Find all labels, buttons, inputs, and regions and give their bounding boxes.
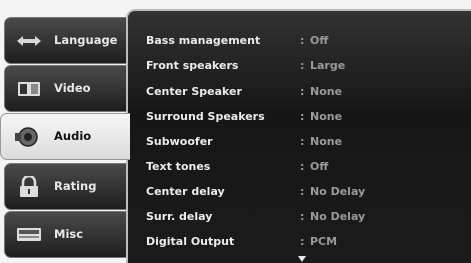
- video-icon: [15, 79, 43, 99]
- setting-label: Bass management: [146, 34, 261, 47]
- setting-row-surround-speakers[interactable]: Surround Speakers : None: [146, 106, 466, 128]
- setting-separator: :: [300, 185, 305, 198]
- scroll-down-arrow-icon[interactable]: [298, 256, 306, 262]
- setting-label: Center delay: [146, 185, 225, 198]
- setting-row-surr-delay[interactable]: Surr. delay : No Delay: [146, 206, 466, 228]
- setting-row-center-speaker[interactable]: Center Speaker : None: [146, 81, 466, 103]
- setting-separator: :: [300, 59, 305, 72]
- setting-row-center-delay[interactable]: Center delay : No Delay: [146, 181, 466, 203]
- setting-label: Subwoofer: [146, 135, 213, 148]
- setting-value: Large: [310, 59, 346, 72]
- speaker-icon: [13, 127, 41, 147]
- setting-label: Surround Speakers: [146, 110, 265, 123]
- setting-value: None: [310, 85, 343, 98]
- audio-settings-panel: Bass management : Off Front speakers : L…: [126, 9, 471, 263]
- setting-label: Surr. delay: [146, 210, 213, 223]
- setting-label: Text tones: [146, 160, 211, 173]
- tab-label: Rating: [54, 179, 97, 193]
- language-icon: [15, 31, 43, 51]
- setting-separator: :: [300, 235, 305, 248]
- lock-icon: [15, 176, 43, 197]
- tab-language[interactable]: Language: [4, 17, 128, 64]
- setting-separator: :: [300, 85, 305, 98]
- setting-row-text-tones[interactable]: Text tones : Off: [146, 156, 466, 178]
- setting-row-subwoofer[interactable]: Subwoofer : None: [146, 131, 466, 153]
- setting-label: Front speakers: [146, 59, 239, 72]
- setting-row-digital-output[interactable]: Digital Output : PCM: [146, 231, 466, 253]
- tab-audio[interactable]: Audio: [0, 113, 130, 160]
- tab-label: Audio: [54, 129, 92, 143]
- tab-rating[interactable]: Rating: [4, 163, 128, 210]
- setting-separator: :: [300, 210, 305, 223]
- setting-label: Digital Output: [146, 235, 235, 248]
- dvd-setup-menu: Language Video Audio Rating Misc Bass ma…: [0, 0, 471, 263]
- misc-icon: [15, 225, 43, 245]
- setting-separator: :: [300, 135, 305, 148]
- setting-value: No Delay: [310, 185, 366, 198]
- tab-misc[interactable]: Misc: [4, 211, 128, 258]
- setting-value: Off: [310, 34, 329, 47]
- setting-row-front-speakers[interactable]: Front speakers : Large: [146, 55, 466, 77]
- tab-label: Video: [54, 81, 91, 95]
- setting-value: None: [310, 110, 343, 123]
- setting-separator: :: [300, 160, 305, 173]
- tab-label: Misc: [54, 227, 84, 241]
- setting-value: PCM: [310, 235, 338, 248]
- tab-label: Language: [54, 33, 118, 47]
- setting-separator: :: [300, 110, 305, 123]
- setting-value: No Delay: [310, 210, 366, 223]
- setting-value: None: [310, 135, 343, 148]
- setting-row-bass-management[interactable]: Bass management : Off: [146, 30, 466, 52]
- setting-value: Off: [310, 160, 329, 173]
- setting-separator: :: [300, 34, 305, 47]
- setting-label: Center Speaker: [146, 85, 242, 98]
- tab-video[interactable]: Video: [4, 65, 128, 112]
